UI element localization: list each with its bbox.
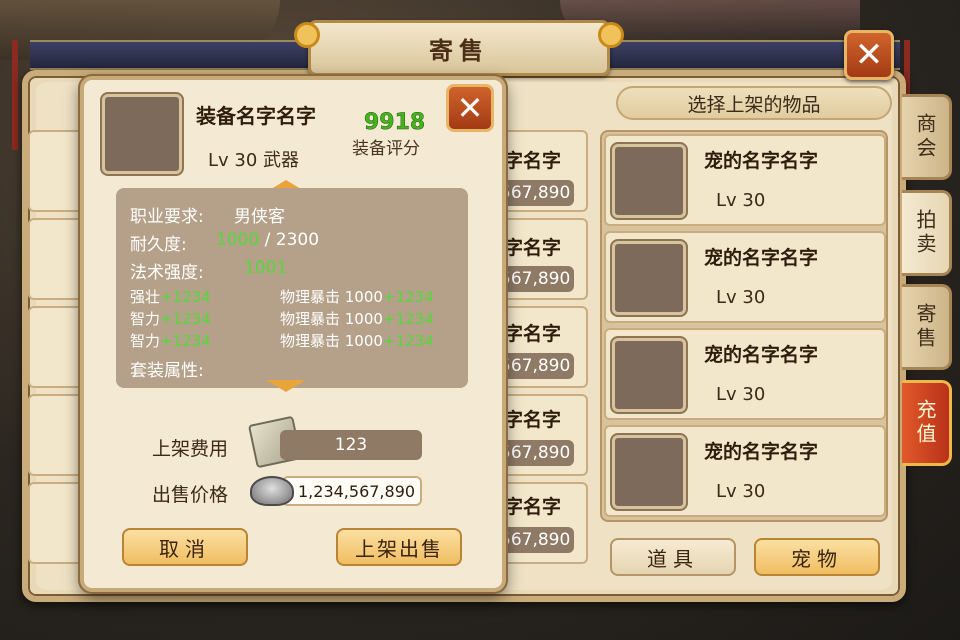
close-button[interactable]: ✕	[844, 30, 894, 80]
pet-level: Lv 30	[716, 384, 766, 405]
profession-label: 职业要求:	[130, 207, 204, 227]
item-score-label: 装备评分	[352, 139, 420, 159]
list-item-name: 字名字	[504, 237, 562, 259]
pet-row[interactable]: 宠的名字名字 Lv 30	[604, 425, 886, 517]
pet-level: Lv 30	[716, 481, 766, 502]
pet-level: Lv 30	[716, 287, 766, 308]
stat-line: 强壮+1234	[130, 288, 211, 306]
durability-label: 耐久度:	[130, 235, 187, 255]
item-name: 装备名字名字	[196, 104, 316, 128]
tab-recharge[interactable]: 充值	[902, 380, 952, 466]
select-item-title: 选择上架的物品	[687, 93, 821, 116]
spell-power-value: 1001	[244, 258, 288, 278]
stat-line: 智力+1234	[130, 332, 211, 350]
equipment-slot	[102, 94, 182, 174]
list-item-name: 字名字	[504, 409, 562, 431]
pet-name: 宠的名字名字	[704, 344, 819, 366]
pet-slot	[612, 144, 686, 218]
durability-max: / 2300	[259, 230, 320, 250]
pet-row[interactable]: 宠的名字名字 Lv 30	[604, 328, 886, 420]
pet-name: 宠的名字名字	[704, 247, 819, 269]
pet-slot	[612, 338, 686, 412]
list-item-price: 567,890	[496, 440, 574, 466]
ornament-icon	[294, 22, 320, 48]
stat-line: 物理暴击 1000+1234	[280, 288, 434, 306]
tab-consignment[interactable]: 寄售	[902, 284, 952, 370]
tab-pets[interactable]: 宠物	[754, 538, 880, 576]
list-item-name: 字名字	[504, 496, 562, 518]
popup-close-button[interactable]: ✕	[446, 84, 494, 132]
spell-power-label: 法术强度:	[130, 263, 204, 283]
page-title: 寄售	[429, 36, 489, 65]
listing-fee-label: 上架费用	[152, 438, 229, 460]
silver-ingot-icon	[250, 476, 294, 506]
stat-line: 智力+1234	[130, 310, 211, 328]
pet-name: 宠的名字名字	[704, 150, 819, 172]
profession-value: 男侠客	[234, 207, 285, 227]
pet-slot	[612, 435, 686, 509]
cancel-button[interactable]: 取消	[122, 528, 248, 566]
stat-line: 物理暴击 1000+1234	[280, 332, 434, 350]
tab-chamber-of-commerce[interactable]: 商会	[902, 94, 952, 180]
stat-line: 物理暴击 1000+1234	[280, 310, 434, 328]
sale-price-label: 出售价格	[152, 484, 229, 506]
title-plaque: 寄售	[308, 20, 610, 76]
decorative-rope	[12, 40, 18, 150]
set-attributes-label: 套装属性:	[130, 361, 204, 381]
tab-items-label: 道具	[647, 546, 699, 571]
tab-items[interactable]: 道具	[610, 538, 736, 576]
list-item-price: 567,890	[496, 353, 574, 379]
durability-value: 1000 / 2300	[216, 230, 319, 250]
ornament-icon	[598, 22, 624, 48]
attribute-panel: 职业要求: 男侠客 耐久度: 1000 / 2300 法术强度: 1001 强壮…	[116, 188, 468, 388]
list-item-name: 字名字	[504, 323, 562, 345]
tab-label: 商会	[913, 113, 937, 161]
pet-row[interactable]: 宠的名字名字 Lv 30	[604, 231, 886, 323]
list-item-price: 567,890	[496, 527, 574, 553]
pet-name: 宠的名字名字	[704, 441, 819, 463]
tab-label: 寄售	[913, 303, 937, 351]
list-for-sale-button[interactable]: 上架出售	[336, 528, 462, 566]
select-item-header: 选择上架的物品	[616, 86, 892, 120]
scroll-down-arrow-icon[interactable]	[266, 380, 306, 392]
tab-auction[interactable]: 拍卖	[902, 190, 952, 276]
pet-slot	[612, 241, 686, 315]
list-item-price: 567,890	[496, 180, 574, 206]
list-item-price: 567,890	[496, 266, 574, 292]
close-icon: ✕	[456, 89, 484, 127]
item-level: Lv 30 武器	[208, 150, 300, 171]
list-for-sale-label: 上架出售	[355, 536, 443, 561]
tab-label: 拍卖	[913, 209, 937, 257]
cancel-button-label: 取消	[159, 536, 211, 561]
pet-level: Lv 30	[716, 190, 766, 211]
pet-row[interactable]: 宠的名字名字 Lv 30	[604, 134, 886, 226]
durability-current: 1000	[216, 230, 260, 250]
listing-fee-value: 123	[280, 430, 422, 460]
tab-label: 充值	[913, 399, 937, 447]
sale-price-input[interactable]: 1,234,567,890	[282, 476, 422, 506]
list-item-name: 字名字	[504, 150, 562, 172]
item-score: 9918	[364, 110, 426, 136]
close-icon: ✕	[854, 35, 884, 75]
tab-pets-label: 宠物	[791, 546, 843, 571]
